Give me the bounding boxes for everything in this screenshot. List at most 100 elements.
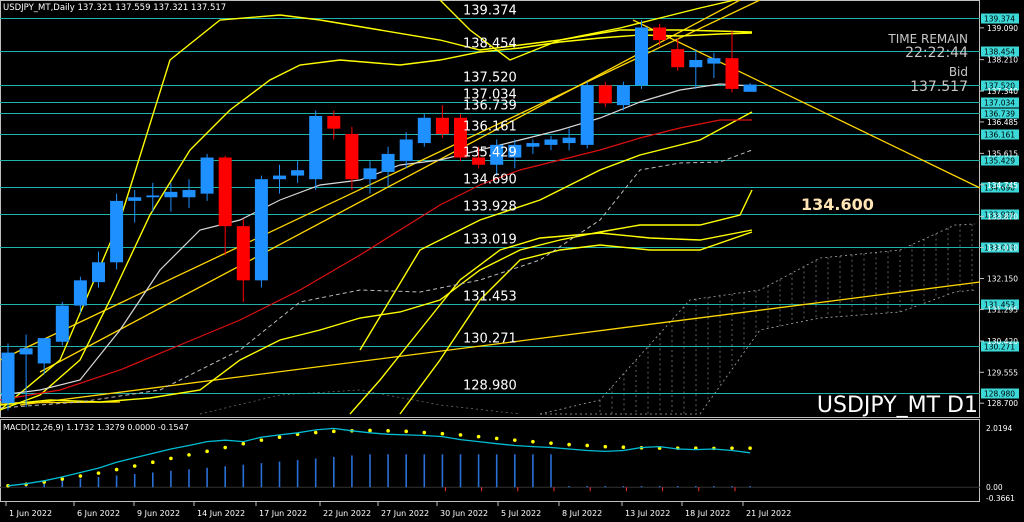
bull-candle-body [1,352,15,404]
macd-axis-label: 0.00 [986,483,1003,492]
macd-axis-label: -0.3661 [986,494,1015,503]
macd-signal-dot [404,429,409,434]
moving-average-dashed [0,149,753,409]
macd-signal-dot [730,446,734,450]
macd-signal-dot [368,428,372,433]
date-axis: 1 Jun 2022 6 Jun 2022 9 Jun 2022 14 Jun 202… [5,502,791,518]
bear-candle-body [725,58,739,89]
bull-candle-body [635,27,648,86]
price-tick-label: 133.870 [987,212,1018,221]
date-label: 13 Jul 2022 [625,509,670,518]
date-label: 8 Jul 2022 [562,509,602,518]
macd-signal-dot [476,434,481,439]
signal-band [359,111,753,351]
date-label: 17 Jun 2022 [259,509,307,518]
bull-candle-body [200,157,214,194]
bull-candle-body [19,348,33,355]
macd-signal-dot [114,467,119,472]
macd-signal-dot [151,460,155,465]
level-labels: 139.374138.454137.520137.034136.739136.1… [463,4,517,394]
macd-signal-dot [187,453,191,457]
price-tick-label: 128.700 [987,399,1018,408]
price-chart: 139.374 138.454 137.520 137.034 136.739 136.1… [0,0,1019,518]
macd-header: MACD(12,26,9) 1.1732 1.3279 0.0000 -0.15… [3,423,189,432]
lower-band [349,229,753,415]
time-remain-label: TIME REMAIN [887,32,968,46]
bear-candle-body [218,157,232,227]
macd-signal-dot [549,441,553,445]
bull-candle-body [92,262,105,283]
price-tick-label: 137.340 [987,87,1018,96]
bull-candle-body [417,117,431,144]
bear-candle-body [598,85,612,104]
date-label: 22 Jun 2022 [323,509,371,518]
price-tick-label: 132.150 [987,275,1018,284]
price-tick-label: 139.090 [987,24,1018,33]
macd-signal-dot [132,464,137,468]
macd-signal-dot [458,433,463,437]
bull-candle-body [707,58,721,64]
macd-signal-dot [259,438,264,442]
bull-candle-body [616,85,630,106]
cloud-span-a [539,223,976,415]
bid-value: 137.517 [910,79,968,95]
macd-signal-dot [241,441,246,446]
level-label: 139.374 [463,4,517,19]
bull-candle-body [399,139,413,162]
level-label: 130.271 [463,332,517,347]
level-label: 138.454 [463,37,517,52]
macd-signal-dot [494,436,499,441]
bear-candle-body [435,117,449,135]
bull-candle-body [526,143,540,147]
date-label: 18 Jul 2022 [685,509,730,518]
bull-candle-body [363,168,377,180]
price-tick-label: 134.745 [987,181,1018,190]
macd-panel: 2.0194 0.00 -0.3661 [0,424,1015,503]
bull-candle-body [146,195,160,198]
macd-signal-dot [223,445,227,450]
bull-candle-body [254,179,268,281]
level-label: 136.161 [463,120,517,135]
bull-candle-body [689,59,703,68]
level-label: 133.019 [463,233,517,248]
price-tick-label: 131.295 [987,305,1018,314]
macd-signal-dot [585,443,589,448]
macd-signal-dot [313,430,318,435]
macd-line [7,427,751,487]
bid-label: Bid [949,65,968,79]
price-tick-label: 133.010 [987,243,1018,252]
bear-candle-body [327,115,341,129]
date-label: 21 Jul 2022 [746,509,791,518]
time-remain-value: 22:22:44 [905,45,968,61]
macd-signal-dot [748,446,752,450]
macd-signal-dot [440,431,445,436]
bull-candle-body [743,84,757,92]
macd-signal-dot [603,444,608,449]
bull-candle-body [128,197,142,201]
level-label: 133.928 [463,200,517,215]
price-tick-label: 130.420 [987,337,1018,346]
date-label: 1 Jun 2022 [9,509,52,518]
price-tick-label: 129.555 [987,368,1018,377]
price-axis: 139.374138.454137.520137.034136.739136.1… [980,13,1019,408]
level-label: 128.980 [463,379,517,394]
bull-candle-body [73,280,87,306]
bull-candle-body [291,170,305,176]
macd-signal-dot [169,456,173,461]
level-price-tag-text: 128.980 [984,390,1015,399]
level-label: 135.429 [463,146,517,161]
bear-candle-body [671,49,685,68]
level-label: 136.739 [463,99,517,114]
target-price-label: 134.600 [801,195,874,214]
bull-candle-body [381,153,395,172]
macd-signal-dot [531,439,535,444]
macd-signal-dot [332,429,336,434]
bull-candle-body [273,175,286,180]
macd-signal-dot [386,428,390,433]
bull-candle-body [562,137,576,144]
level-price-tag-text: 137.034 [984,99,1015,108]
bull-candle-body [544,139,558,145]
date-label: 9 Jun 2022 [137,509,180,518]
bear-candle-body [236,226,250,281]
macd-signal-dot [567,442,571,447]
